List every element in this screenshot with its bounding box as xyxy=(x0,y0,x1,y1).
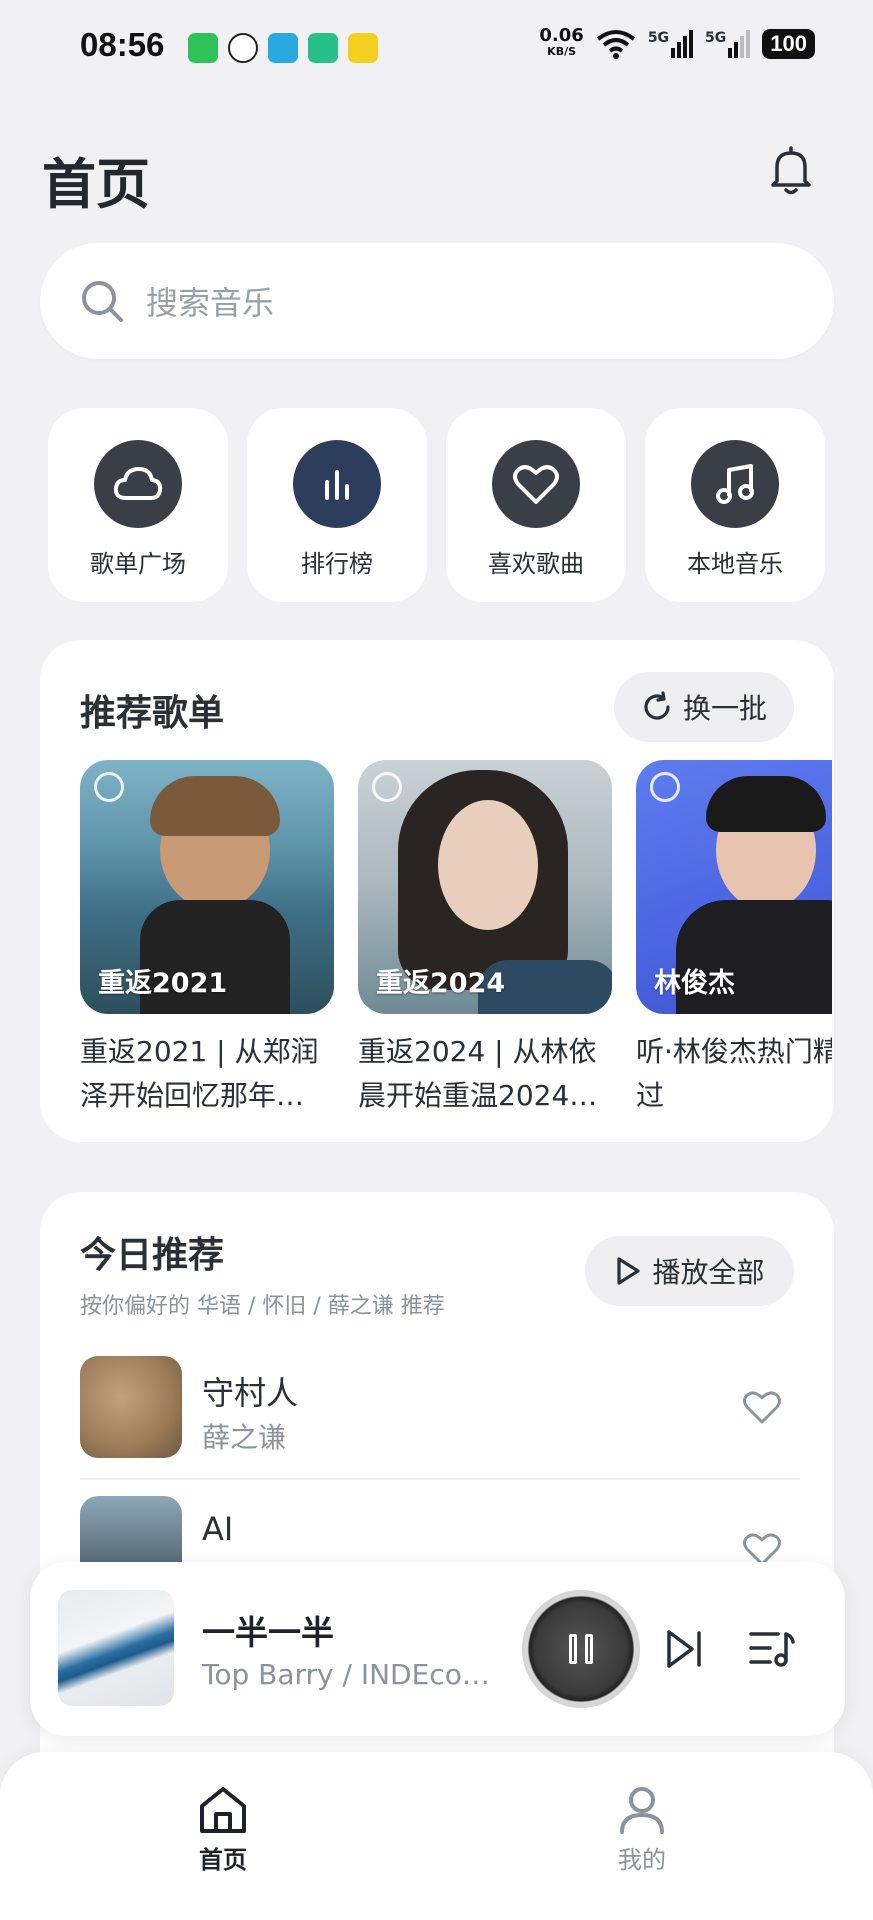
status-right: 0.06 KB/S 5G 5G 100 xyxy=(539,25,815,60)
playlist-item[interactable]: 重返2024 重返2024 | 从林依晨开始重温2024… xyxy=(358,760,612,1118)
music-note-icon xyxy=(691,440,779,528)
next-track-icon[interactable] xyxy=(664,1628,704,1670)
nav-label: 首页 xyxy=(199,1846,247,1874)
search-bar[interactable]: 搜索音乐 xyxy=(40,243,834,359)
playlist-item[interactable]: 林俊杰 听·林俊杰热门精选过 xyxy=(636,760,832,1118)
nav-label: 我的 xyxy=(618,1846,666,1874)
play-icon xyxy=(617,1257,641,1285)
netease-logo-icon xyxy=(94,772,124,802)
quick-entry-label: 排行榜 xyxy=(301,550,373,578)
playlist-tag: 林俊杰 xyxy=(654,968,735,999)
search-icon xyxy=(82,281,123,322)
playlist-tag: 重返2024 xyxy=(376,968,506,999)
wifi-icon xyxy=(596,30,636,59)
playlist-cover: 重返2021 xyxy=(80,760,334,1014)
section-title: 今日推荐 xyxy=(80,1235,225,1276)
cloud-icon xyxy=(94,440,182,528)
now-playing-title: 一半一半 xyxy=(202,1613,334,1652)
nav-mine[interactable]: 我的 xyxy=(616,1784,668,1875)
net-speed: 0.06 KB/S xyxy=(539,25,584,59)
play-all-label: 播放全部 xyxy=(652,1256,765,1289)
page-title: 首页 xyxy=(42,153,150,216)
section-subtitle: 按你偏好的 华语 / 怀旧 / 薛之谦 推荐 xyxy=(80,1294,445,1319)
playlist-cover: 重返2024 xyxy=(358,760,612,1014)
song-title: AI xyxy=(202,1510,234,1548)
now-playing-artist: Top Barry / INDEcom... xyxy=(202,1658,492,1691)
refresh-label: 换一批 xyxy=(682,692,767,725)
song-title: 守村人 xyxy=(202,1374,299,1412)
app-icon-yellow xyxy=(348,33,378,63)
heart-icon xyxy=(492,440,580,528)
notification-icons xyxy=(188,33,378,63)
playlist-name: 重返2024 | 从林依晨开始重温2024… xyxy=(358,1035,598,1112)
bell-icon[interactable] xyxy=(767,145,815,197)
quick-entry-label: 歌单广场 xyxy=(90,550,186,578)
pause-button[interactable] xyxy=(522,1590,640,1708)
user-icon xyxy=(620,1787,664,1834)
playlist-item[interactable]: 重返2021 重返2021 | 从郑润泽开始回忆那年… xyxy=(80,760,334,1118)
battery-indicator: 100 xyxy=(762,29,815,59)
quick-entry-label: 本地音乐 xyxy=(687,550,783,578)
search-placeholder: 搜索音乐 xyxy=(146,284,275,322)
playlist-carousel[interactable]: 重返2021 重返2021 | 从郑润泽开始回忆那年… 重返2024 重返202… xyxy=(80,760,832,1120)
playlist-tag: 重返2021 xyxy=(98,968,228,999)
app-icon-blue xyxy=(268,33,298,63)
song-thumb xyxy=(80,1356,182,1458)
divider xyxy=(80,1478,800,1480)
qq-icon xyxy=(228,33,258,63)
quick-entry-local[interactable]: 本地音乐 xyxy=(645,408,825,602)
song-artist: 薛之谦 xyxy=(202,1421,287,1454)
status-time: 08:56 xyxy=(80,26,165,63)
home-icon xyxy=(200,1787,246,1833)
netease-logo-icon xyxy=(650,772,680,802)
signal-1: 5G xyxy=(648,30,694,58)
quick-entry-label: 喜欢歌曲 xyxy=(488,550,584,578)
song-row[interactable]: 守村人 薛之谦 xyxy=(80,1356,800,1460)
signal-2: 5G xyxy=(705,30,751,58)
bar-chart-icon xyxy=(293,440,381,528)
bottom-nav: 首页 我的 xyxy=(0,1752,873,1920)
refresh-icon xyxy=(644,691,670,720)
app-icon-green xyxy=(308,33,338,63)
refresh-button[interactable]: 换一批 xyxy=(614,672,794,742)
playlist-name: 听·林俊杰热门精选过 xyxy=(636,1035,832,1112)
playlist-cover: 林俊杰 xyxy=(636,760,832,1014)
quick-entry-charts[interactable]: 排行榜 xyxy=(247,408,427,602)
playlist-name: 重返2021 | 从郑润泽开始回忆那年… xyxy=(80,1035,319,1112)
like-heart-icon[interactable] xyxy=(742,1388,782,1426)
mini-player[interactable]: 一半一半 Top Barry / INDEcom... xyxy=(30,1562,845,1736)
wechat-icon xyxy=(188,33,218,63)
netease-logo-icon xyxy=(372,772,402,802)
quick-entry-playlist-square[interactable]: 歌单广场 xyxy=(48,408,228,602)
nav-home[interactable]: 首页 xyxy=(196,1784,250,1875)
quick-entry-liked[interactable]: 喜欢歌曲 xyxy=(446,408,626,602)
play-all-button[interactable]: 播放全部 xyxy=(585,1236,794,1306)
pause-icon xyxy=(569,1634,593,1664)
section-title: 推荐歌单 xyxy=(80,693,225,734)
playlist-queue-icon[interactable] xyxy=(748,1628,796,1670)
now-playing-cover xyxy=(58,1590,174,1706)
